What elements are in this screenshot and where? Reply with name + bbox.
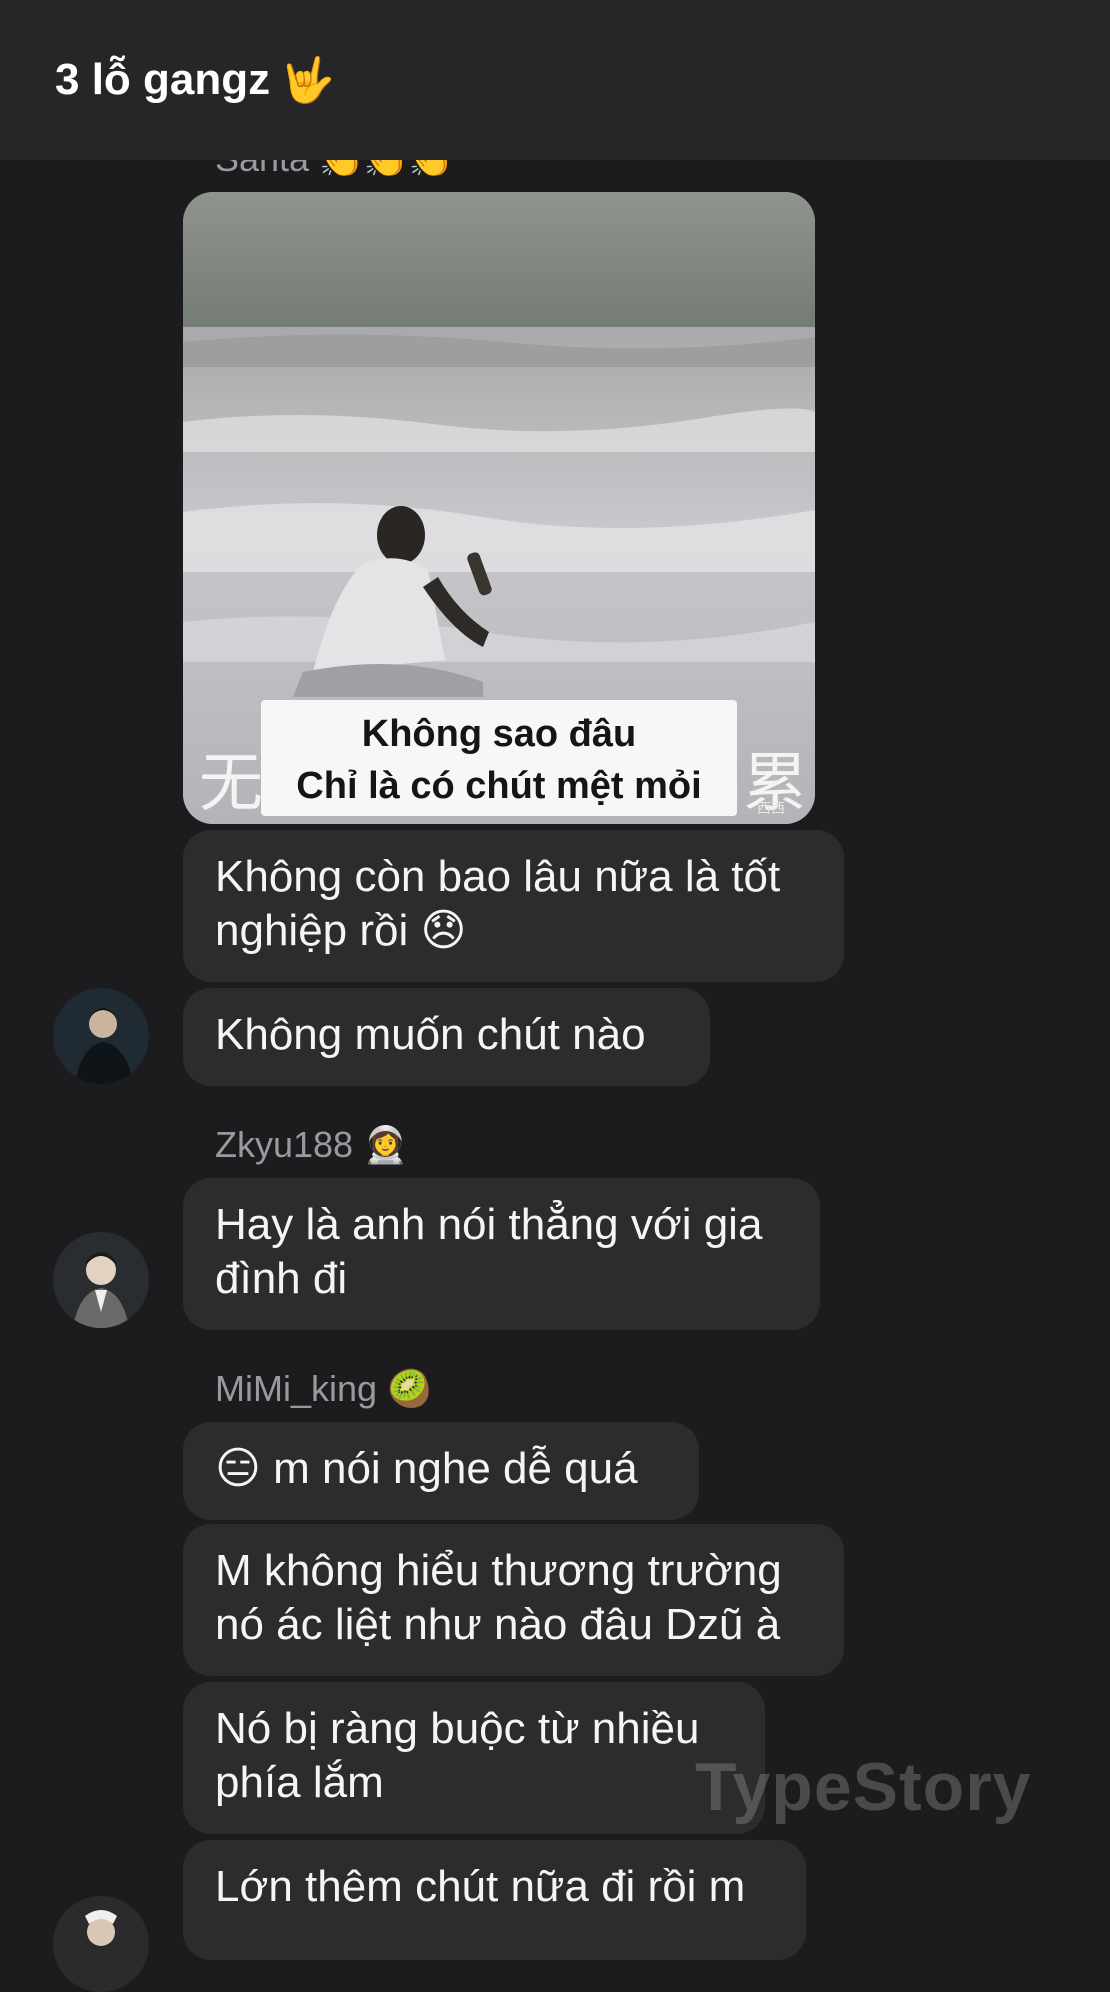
meme-cjk-left: 无	[199, 747, 263, 821]
message-bubble[interactable]: Hay là anh nói thẳng với gia đình đi	[183, 1178, 820, 1330]
message-text: 😑 m nói nghe dễ quá	[215, 1444, 638, 1493]
avatar-user-2[interactable]	[53, 1232, 149, 1328]
rock-hand-emoji-icon: 🤟	[280, 55, 335, 106]
astronaut-emoji-icon: 👩‍🚀	[363, 1125, 408, 1166]
chat-title-text: 3 lỗ gangz	[55, 55, 271, 104]
typestory-watermark: TypeStory	[695, 1749, 1032, 1825]
meme-small-mark: 西西	[757, 800, 785, 816]
message-text: M không hiểu thương trường nó ác liệt nh…	[215, 1546, 782, 1649]
sender-name-mimi: MiMi_king 🥝	[215, 1368, 432, 1410]
message-bubble[interactable]: Không còn bao lâu nữa là tốt nghiệp rồi …	[183, 830, 844, 982]
sender-name-zkyu: Zkyu188 👩‍🚀	[215, 1124, 408, 1166]
message-bubble[interactable]: 😑 m nói nghe dễ quá	[183, 1422, 699, 1520]
avatar-user-3[interactable]	[53, 1896, 149, 1992]
message-text: Hay là anh nói thẳng với gia đình đi	[215, 1200, 763, 1303]
chat-header: 3 lỗ gangz 🤟	[0, 0, 1110, 160]
message-text: Không còn bao lâu nữa là tốt nghiệp rồi …	[215, 852, 781, 955]
message-text: Lớn thêm chút nữa đi rồi m	[215, 1862, 746, 1911]
message-bubble[interactable]: Lớn thêm chút nữa đi rồi m	[183, 1840, 806, 1960]
meme-caption-line1: Không sao đâu	[361, 713, 637, 755]
avatar-user-1[interactable]	[53, 988, 149, 1084]
message-bubble[interactable]: M không hiểu thương trường nó ác liệt nh…	[183, 1524, 844, 1676]
chat-title[interactable]: 3 lỗ gangz 🤟	[55, 54, 335, 106]
message-text: Không muốn chút nào	[215, 1010, 646, 1059]
meme-caption-line2: Chỉ là có chút mệt mỏi	[296, 765, 702, 807]
message-bubble[interactable]: Nó bị ràng buộc từ nhiều phía lắm	[183, 1682, 765, 1834]
message-text: Nó bị ràng buộc từ nhiều phía lắm	[215, 1704, 700, 1807]
meme-image-message[interactable]: 无 累 西西 Không sao đâu Chỉ là có chút mệt …	[183, 192, 815, 824]
kiwi-emoji-icon: 🥝	[387, 1369, 432, 1410]
meme-caption: Không sao đâu Chỉ là có chút mệt mỏi	[261, 700, 737, 816]
message-bubble[interactable]: Không muốn chút nào	[183, 988, 710, 1086]
